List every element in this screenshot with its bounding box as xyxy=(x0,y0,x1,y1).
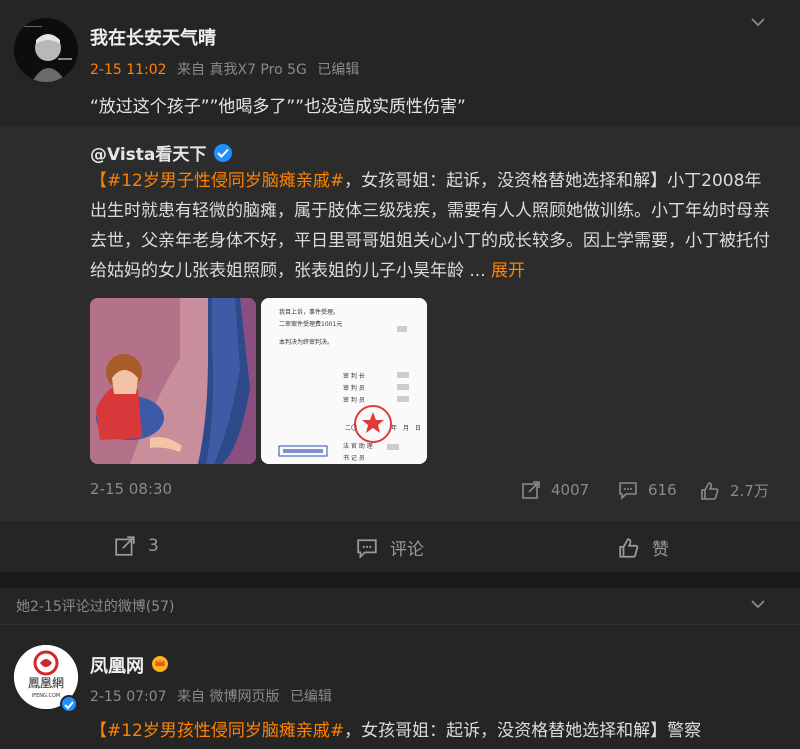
share-button[interactable]: 3 xyxy=(114,535,159,557)
post-meta: 2-15 07:07 来自 微博网页版 已编辑 xyxy=(90,686,338,706)
share-icon xyxy=(115,536,135,556)
image-thumbnail-illustration[interactable] xyxy=(90,298,256,464)
avatar-logo-subtext: IFENG.COM xyxy=(32,693,60,699)
post-header: 我在长安天气晴 2-15 11:02 来自 真我X7 Pro 5G 已编辑 “放… xyxy=(0,0,800,126)
doc-line: 审 判 员 xyxy=(343,396,365,404)
edited-label: 已编辑 xyxy=(317,62,360,78)
comment-label: 评论 xyxy=(390,540,424,560)
like-label: 赞 xyxy=(652,540,669,560)
post-text: “放过这个孩子””他喝多了””也没造成实质性伤害” xyxy=(90,97,466,117)
image-thumbnail-document[interactable]: 我目上诉，事件受理。 二审案件受理费1001元 本判决为终审判决。 审 判 长 … xyxy=(261,298,427,464)
author-name[interactable]: 我在长安天气晴 xyxy=(90,24,216,50)
edited-label: 已编辑 xyxy=(289,689,332,705)
verified-icon xyxy=(214,143,233,162)
weibo-card: 她2-15评论过的微博(57) 鳳凰網 IFENG.COM 凤凰网 2-15 0… xyxy=(0,588,800,749)
divider xyxy=(0,624,800,625)
like-count-value: 2.7万 xyxy=(730,482,769,500)
post-text: 【#12岁男孩性侵同岁脑瘫亲戚#，女孩哥姐：起诉，没资格替她选择和解】警察 xyxy=(90,716,701,741)
weibo-card: 我在长安天气晴 2-15 11:02 来自 真我X7 Pro 5G 已编辑 “放… xyxy=(0,0,800,572)
repost-footer: 2-15 08:30 4007 616 2.7万 xyxy=(0,480,800,504)
card-separator xyxy=(0,572,800,588)
comment-icon xyxy=(357,538,377,559)
comment-count[interactable]: 616 xyxy=(618,480,677,500)
chevron-down-icon[interactable] xyxy=(748,12,768,32)
doc-line: 日 xyxy=(415,425,421,432)
repost-body: 【#12岁男子性侵同岁脑瘫亲戚#，女孩哥姐：起诉，没资格替她选择和解】小丁200… xyxy=(90,166,770,286)
doc-line: 本判决为终审判决。 xyxy=(279,338,333,346)
verified-icon xyxy=(60,695,78,713)
post-time[interactable]: 2-15 11:02 xyxy=(90,62,167,78)
repost-author-name[interactable]: @Vista看天下 xyxy=(90,140,206,165)
repost-count[interactable]: 4007 xyxy=(521,480,589,500)
chevron-down-icon[interactable] xyxy=(748,594,768,614)
repost-count-value: 4007 xyxy=(551,481,590,499)
doc-line: 二〇 xyxy=(345,425,357,432)
thumbs-up-icon xyxy=(701,481,719,500)
doc-line: 月 xyxy=(403,425,409,432)
doc-line: 审 判 员 xyxy=(343,384,365,392)
comment-count-value: 616 xyxy=(648,481,677,499)
post-body: ，女孩哥姐：起诉，没资格替她选择和解】警察 xyxy=(344,721,702,741)
share-icon xyxy=(522,481,540,499)
author-name-row: 凤凰网 xyxy=(90,652,170,678)
like-button[interactable]: 赞 xyxy=(618,535,669,560)
doc-line: 法 官 助 理 xyxy=(343,442,373,450)
post-meta: 2-15 11:02 来自 真我X7 Pro 5G 已编辑 xyxy=(90,59,365,79)
reposted-content[interactable]: @Vista看天下 【#12岁男子性侵同岁脑瘫亲戚#，女孩哥姐：起诉，没资格替她… xyxy=(0,126,800,520)
expand-link[interactable]: 展开 xyxy=(491,261,525,281)
post-source: 来自 微博网页版 xyxy=(177,689,280,705)
post-time[interactable]: 2-15 07:07 xyxy=(90,689,167,705)
comment-icon xyxy=(619,482,637,500)
hashtag-link[interactable]: 【#12岁男孩性侵同岁脑瘫亲戚# xyxy=(90,721,344,741)
hashtag-link[interactable]: 【#12岁男子性侵同岁脑瘫亲戚# xyxy=(90,171,344,191)
post-actions: 3 评论 赞 xyxy=(0,520,800,572)
doc-line: 二审案件受理费1001元 xyxy=(279,320,342,328)
doc-line: 我目上诉，事件受理。 xyxy=(279,308,339,316)
repost-time[interactable]: 2-15 08:30 xyxy=(90,480,172,498)
section-title: 她2-15评论过的微博(57) xyxy=(16,599,175,615)
doc-line: 书 记 员 xyxy=(343,454,365,462)
avatar-logo-text: 鳳凰網 xyxy=(28,676,64,690)
repost-author: @Vista看天下 xyxy=(90,140,233,165)
share-count: 3 xyxy=(148,536,159,556)
avatar[interactable] xyxy=(14,18,78,82)
doc-line: 年 xyxy=(391,424,397,432)
crown-icon xyxy=(150,654,170,677)
post-source: 来自 真我X7 Pro 5G xyxy=(177,62,307,78)
like-count[interactable]: 2.7万 xyxy=(700,480,769,501)
author-name[interactable]: 凤凰网 xyxy=(90,652,144,678)
comment-button[interactable]: 评论 xyxy=(356,535,424,560)
thumbs-up-icon xyxy=(619,537,639,558)
doc-line: 审 判 长 xyxy=(343,372,365,380)
